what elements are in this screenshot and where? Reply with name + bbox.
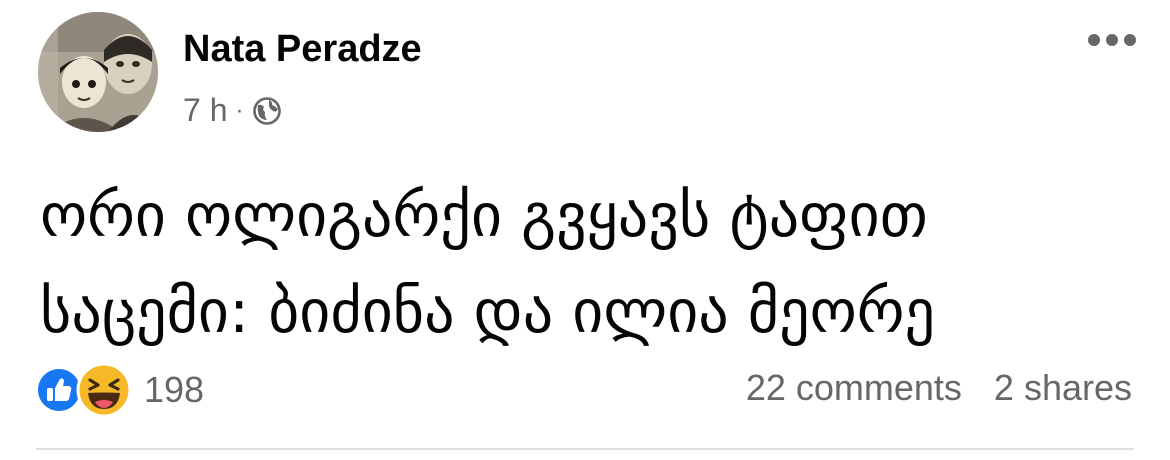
actions-divider — [36, 448, 1134, 450]
comments-count-link[interactable]: 22 comments — [746, 367, 962, 409]
avatar-photo — [38, 12, 158, 132]
reaction-count: 198 — [144, 369, 205, 410]
haha-icon — [76, 362, 132, 418]
ellipsis-icon — [1088, 34, 1136, 46]
post-meta: 7 h · — [183, 92, 282, 129]
shares-count-link[interactable]: 2 shares — [994, 367, 1132, 409]
globe-icon[interactable] — [252, 96, 282, 126]
author-name[interactable]: Nata Peradze — [183, 28, 422, 71]
post-text: ორი ოლიგარქი გვყავს ტაფით საცემი: ბიძინა… — [40, 181, 935, 347]
more-options-button[interactable] — [1082, 22, 1142, 58]
reaction-icons — [36, 362, 140, 418]
meta-separator: · — [235, 96, 244, 124]
post-stats: 22 comments 2 shares — [746, 367, 1132, 409]
post-card: Nata Peradze 7 h · ორი ოლიგარქი გვყავს ტ… — [0, 0, 1170, 460]
reactions-summary[interactable]: 198 — [36, 362, 204, 418]
author-avatar[interactable] — [38, 12, 158, 132]
post-timestamp[interactable]: 7 h — [183, 92, 227, 129]
